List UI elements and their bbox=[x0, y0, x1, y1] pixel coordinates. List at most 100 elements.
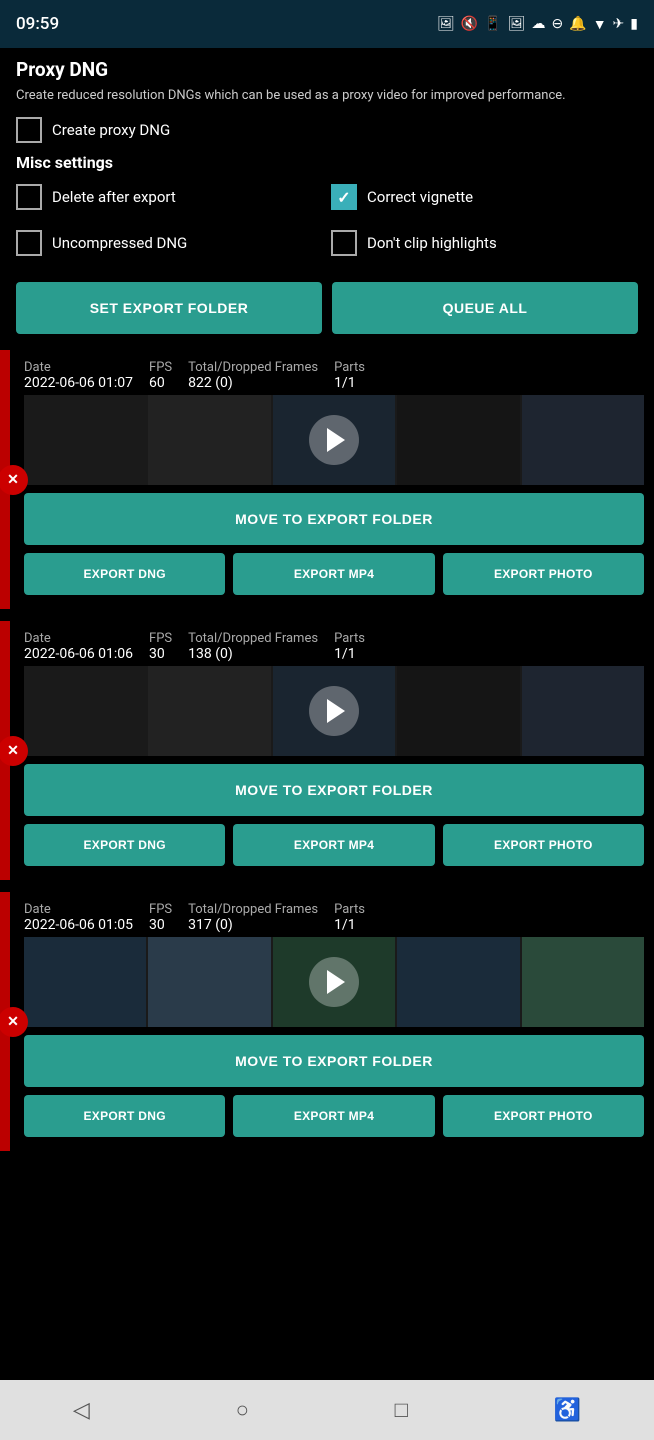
delete-x-icon-2 bbox=[0, 1007, 28, 1037]
recents-button[interactable]: □ bbox=[375, 1389, 428, 1431]
clip-date-group-1: Date 2022-06-06 01:06 bbox=[24, 631, 133, 662]
export-dng-1-button[interactable]: EXPORT DNG bbox=[24, 824, 225, 866]
clip-fps-label-2: FPS bbox=[149, 902, 172, 917]
clip-frames-group-1: Total/Dropped Frames 138 (0) bbox=[188, 631, 318, 662]
clip-thumbnail-2[interactable] bbox=[24, 937, 644, 1027]
delete-x-icon-0 bbox=[0, 465, 28, 495]
create-proxy-checkbox[interactable] bbox=[16, 117, 42, 143]
clip-meta-2: Date 2022-06-06 01:05 FPS 30 Total/Dropp… bbox=[24, 902, 644, 933]
thumb-cell-2-0 bbox=[24, 937, 146, 1027]
export-photo-1-button[interactable]: EXPORT PHOTO bbox=[443, 824, 644, 866]
clip-parts-group-1: Parts 1/1 bbox=[334, 631, 365, 662]
home-button[interactable]: ○ bbox=[216, 1389, 269, 1431]
clip-date-label-1: Date bbox=[24, 631, 133, 646]
thumb-cell-1-4 bbox=[522, 666, 644, 756]
clip-date-0: 2022-06-06 01:07 bbox=[24, 375, 133, 391]
image-icon: 🖼 bbox=[508, 16, 526, 32]
battery-icon: ▮ bbox=[630, 16, 638, 32]
export-mp4-0-button[interactable]: EXPORT MP4 bbox=[233, 553, 434, 595]
clip-parts-1: 1/1 bbox=[334, 646, 365, 662]
uncompressed-dng-row[interactable]: Uncompressed DNG bbox=[16, 230, 323, 256]
clip-frames-label-1: Total/Dropped Frames bbox=[188, 631, 318, 646]
correct-vignette-checkbox[interactable] bbox=[331, 184, 357, 210]
page-description: Create reduced resolution DNGs which can… bbox=[16, 87, 638, 105]
delete-after-export-row[interactable]: Delete after export bbox=[16, 184, 323, 210]
export-photo-0-button[interactable]: EXPORT PHOTO bbox=[443, 553, 644, 595]
clip-card-0: Date 2022-06-06 01:07 FPS 60 Total/Dropp… bbox=[0, 350, 654, 609]
clip-fps-2: 30 bbox=[149, 917, 172, 933]
recents-icon: □ bbox=[395, 1397, 408, 1423]
correct-vignette-row[interactable]: Correct vignette bbox=[331, 184, 638, 210]
clip-card-2: Date 2022-06-06 01:05 FPS 30 Total/Dropp… bbox=[0, 892, 654, 1151]
wifi-icon: 🔇 bbox=[461, 16, 478, 32]
dont-clip-highlights-checkbox[interactable] bbox=[331, 230, 357, 256]
set-export-folder-button[interactable]: SET EXPORT FOLDER bbox=[16, 282, 322, 334]
play-button-1[interactable] bbox=[309, 686, 359, 736]
dont-clip-highlights-row[interactable]: Don't clip highlights bbox=[331, 230, 638, 256]
minus-icon: ⊖ bbox=[552, 16, 564, 32]
clip-fps-1: 30 bbox=[149, 646, 172, 662]
thumb-cell-0-0 bbox=[24, 395, 146, 485]
uncompressed-dng-label: Uncompressed DNG bbox=[52, 234, 187, 252]
thumb-cell-2-3 bbox=[397, 937, 519, 1027]
misc-settings-title: Misc settings bbox=[16, 153, 638, 172]
export-photo-2-button[interactable]: EXPORT PHOTO bbox=[443, 1095, 644, 1137]
main-content: Proxy DNG Create reduced resolution DNGs… bbox=[0, 48, 654, 334]
clip-date-2: 2022-06-06 01:05 bbox=[24, 917, 133, 933]
clip-thumbnail-0[interactable] bbox=[24, 395, 644, 485]
clip-frames-group-0: Total/Dropped Frames 822 (0) bbox=[188, 360, 318, 391]
thumb-cell-1-3 bbox=[397, 666, 519, 756]
export-dng-2-button[interactable]: EXPORT DNG bbox=[24, 1095, 225, 1137]
clip-fps-0: 60 bbox=[149, 375, 172, 391]
back-button[interactable]: ◁ bbox=[53, 1389, 110, 1431]
clip-meta-1: Date 2022-06-06 01:06 FPS 30 Total/Dropp… bbox=[24, 631, 644, 662]
thumb-cell-2-4 bbox=[522, 937, 644, 1027]
uncompressed-dng-checkbox[interactable] bbox=[16, 230, 42, 256]
export-mp4-2-button[interactable]: EXPORT MP4 bbox=[233, 1095, 434, 1137]
dont-clip-highlights-label: Don't clip highlights bbox=[367, 234, 497, 252]
status-bar: 09:59 🖼 🔇 📱 🖼 ☁ ⊖ 🔔 ▼ ✈ ▮ bbox=[0, 0, 654, 48]
export-mp4-1-button[interactable]: EXPORT MP4 bbox=[233, 824, 434, 866]
delete-after-export-checkbox[interactable] bbox=[16, 184, 42, 210]
clip-frames-2: 317 (0) bbox=[188, 917, 318, 933]
move-to-export-folder-1-button[interactable]: MOVE TO EXPORT FOLDER bbox=[24, 764, 644, 816]
clip-thumbnail-1[interactable] bbox=[24, 666, 644, 756]
camera-icon: 🖼 bbox=[437, 16, 455, 32]
thumb-cell-1-0 bbox=[24, 666, 146, 756]
clip-parts-2: 1/1 bbox=[334, 917, 365, 933]
queue-all-button[interactable]: QUEUE ALL bbox=[332, 282, 638, 334]
clip-parts-label-1: Parts bbox=[334, 631, 365, 646]
thumb-cell-0-3 bbox=[397, 395, 519, 485]
clip-date-group-0: Date 2022-06-06 01:07 bbox=[24, 360, 133, 391]
clip-fps-group-2: FPS 30 bbox=[149, 902, 172, 933]
move-to-export-folder-0-button[interactable]: MOVE TO EXPORT FOLDER bbox=[24, 493, 644, 545]
correct-vignette-label: Correct vignette bbox=[367, 188, 473, 206]
clip-date-label-0: Date bbox=[24, 360, 133, 375]
thumb-cell-1-1 bbox=[148, 666, 270, 756]
page-title: Proxy DNG bbox=[16, 58, 638, 81]
export-buttons-1: EXPORT DNG EXPORT MP4 EXPORT PHOTO bbox=[24, 824, 644, 866]
phone-icon: 📱 bbox=[484, 16, 501, 32]
cloud-icon: ☁ bbox=[532, 16, 546, 32]
accessibility-button[interactable]: ♿ bbox=[534, 1389, 601, 1431]
clip-fps-label-1: FPS bbox=[149, 631, 172, 646]
clip-content-1: Date 2022-06-06 01:06 FPS 30 Total/Dropp… bbox=[14, 621, 654, 880]
clip-card-1: Date 2022-06-06 01:06 FPS 30 Total/Dropp… bbox=[0, 621, 654, 880]
play-button-0[interactable] bbox=[309, 415, 359, 465]
move-to-export-folder-2-button[interactable]: MOVE TO EXPORT FOLDER bbox=[24, 1035, 644, 1087]
export-dng-0-button[interactable]: EXPORT DNG bbox=[24, 553, 225, 595]
clip-meta-0: Date 2022-06-06 01:07 FPS 60 Total/Dropp… bbox=[24, 360, 644, 391]
play-button-2[interactable] bbox=[309, 957, 359, 1007]
thumb-cell-0-1 bbox=[148, 395, 270, 485]
clip-parts-group-2: Parts 1/1 bbox=[334, 902, 365, 933]
clip-parts-group-0: Parts 1/1 bbox=[334, 360, 365, 391]
clip-content-0: Date 2022-06-06 01:07 FPS 60 Total/Dropp… bbox=[14, 350, 654, 609]
delete-x-icon-1 bbox=[0, 736, 28, 766]
create-proxy-label: Create proxy DNG bbox=[52, 121, 170, 139]
delete-after-export-label: Delete after export bbox=[52, 188, 176, 206]
create-proxy-row[interactable]: Create proxy DNG bbox=[16, 117, 638, 143]
clip-parts-0: 1/1 bbox=[334, 375, 365, 391]
clip-frames-0: 822 (0) bbox=[188, 375, 318, 391]
status-time: 09:59 bbox=[16, 14, 59, 34]
thumb-cell-0-4 bbox=[522, 395, 644, 485]
